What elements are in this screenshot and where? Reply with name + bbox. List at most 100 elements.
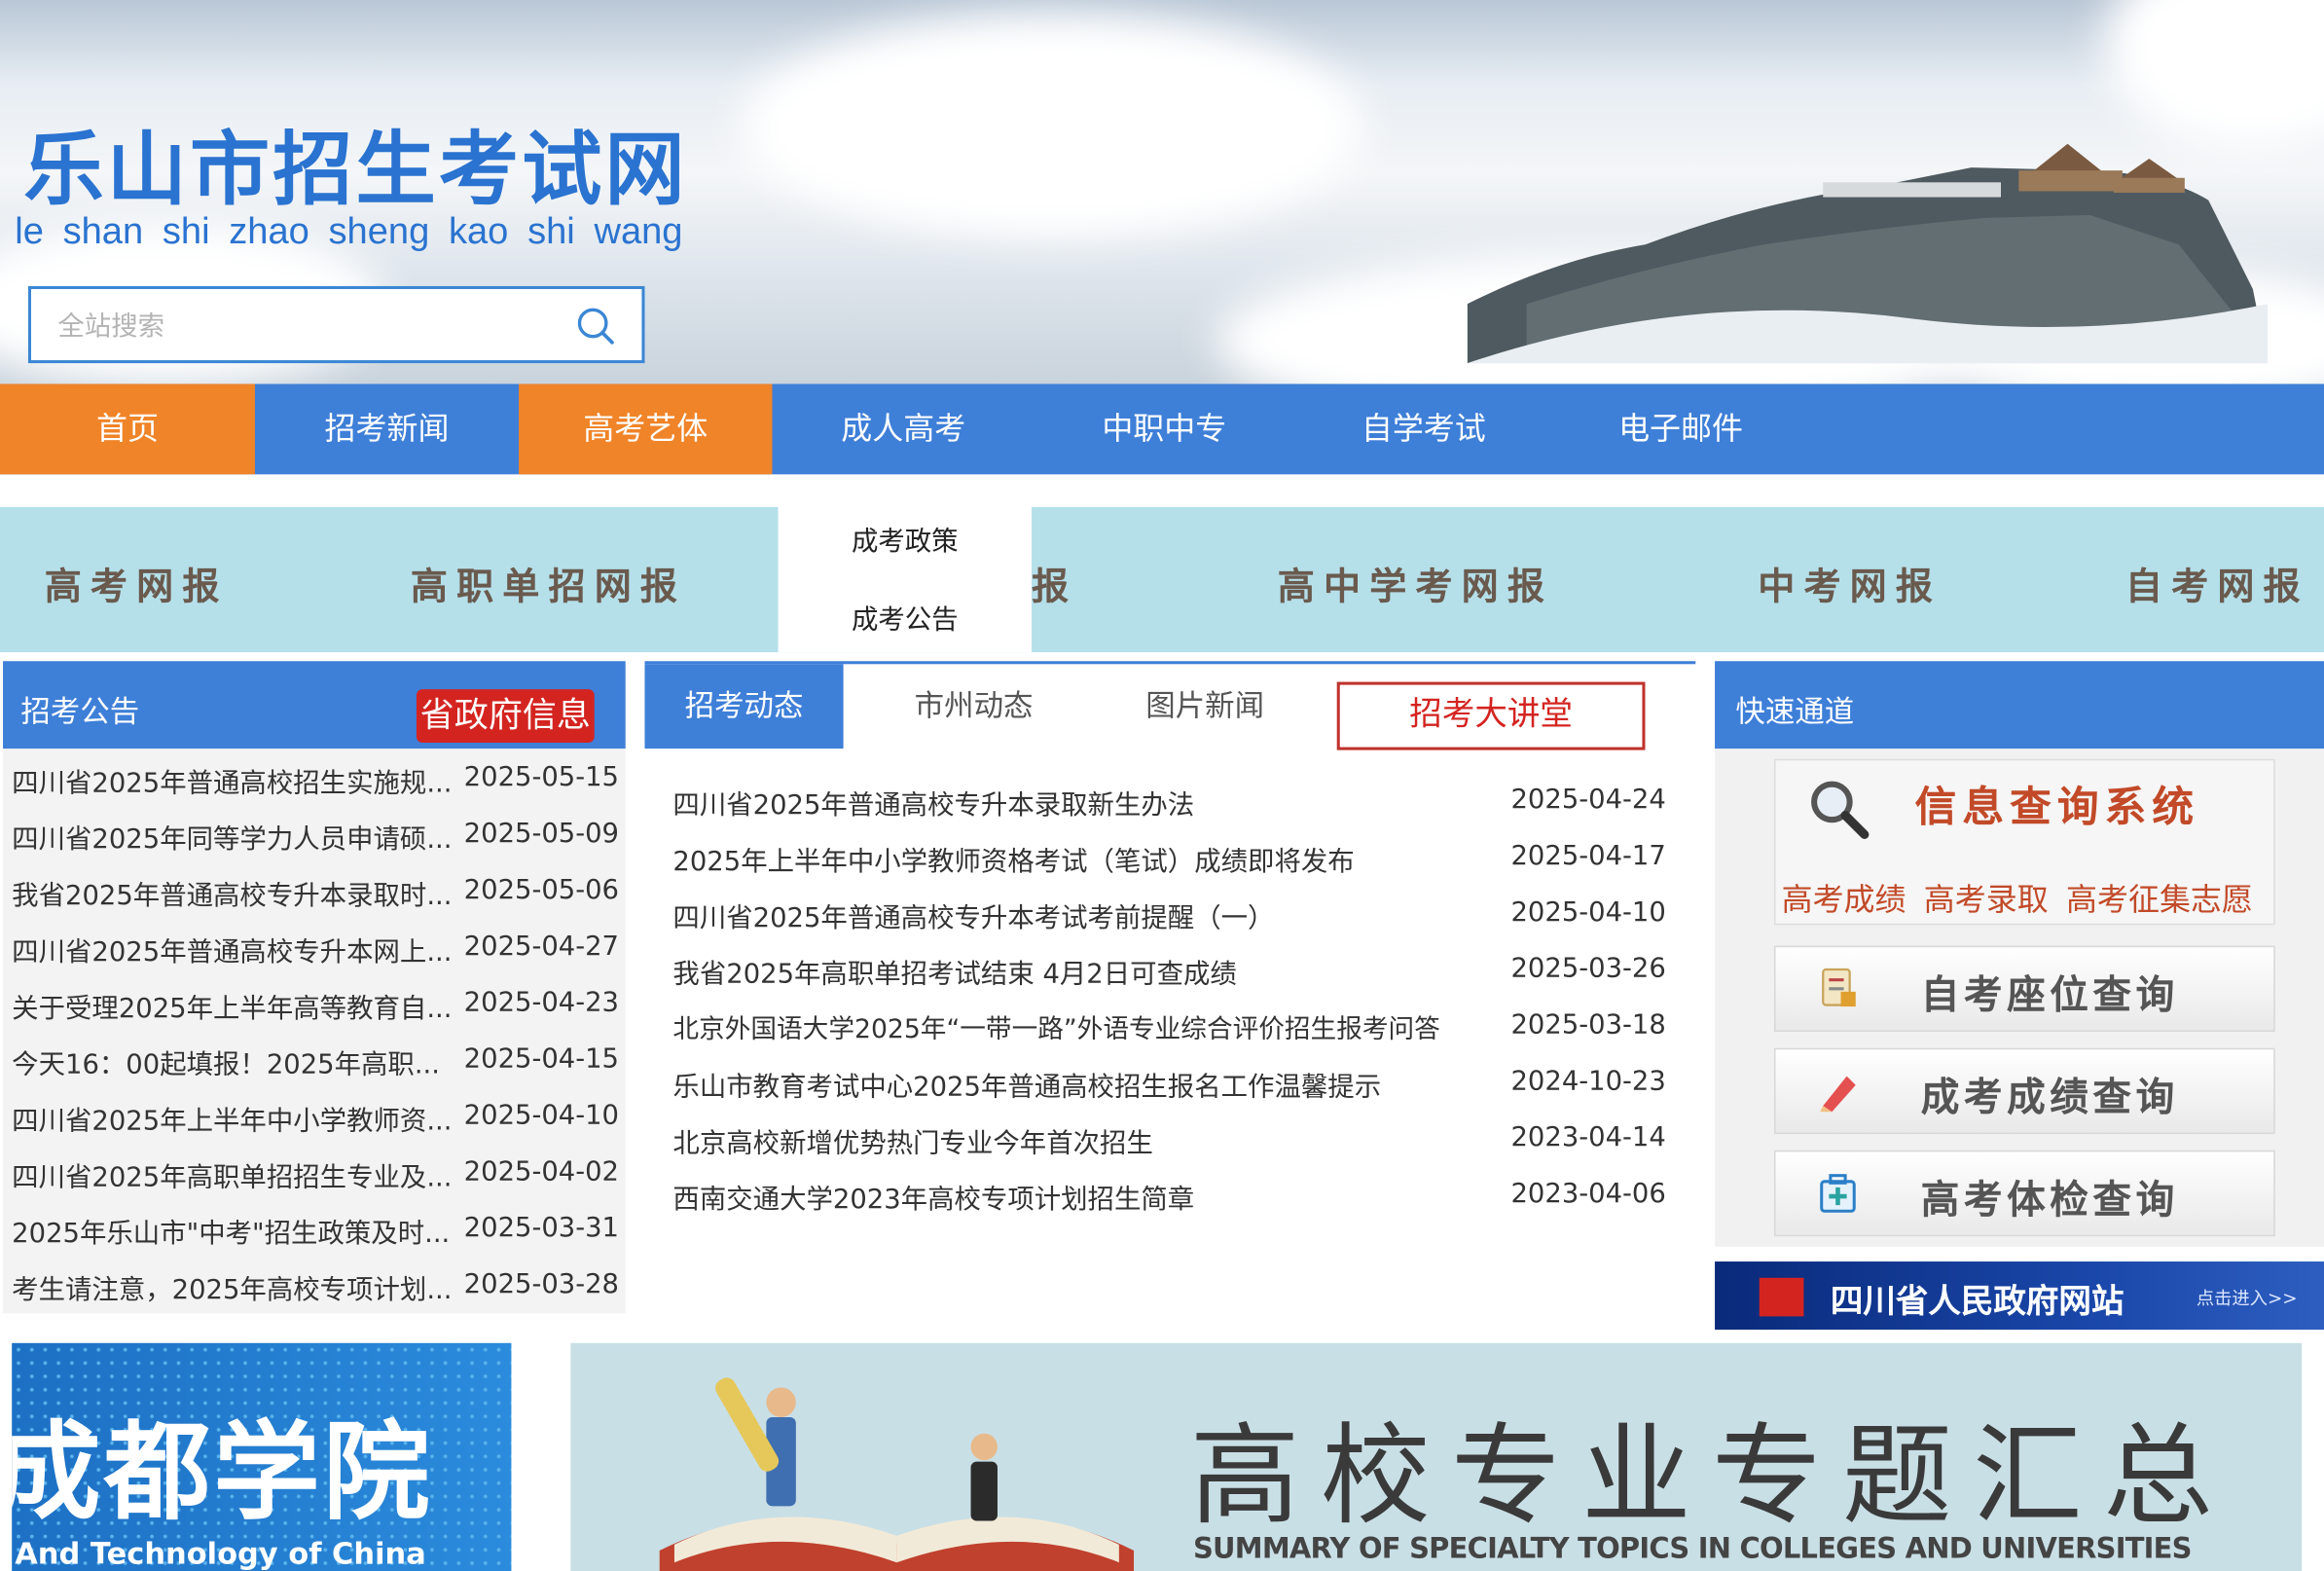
strip-link-zhongkao[interactable]: 中考网报 — [1758, 558, 1942, 611]
announcement-header: 招考公告 省政府信息 — [3, 661, 626, 749]
banner-subtitle: SUMMARY OF SPECIALTY TOPICS IN COLLEGES … — [1192, 1532, 2193, 1566]
tab-exam-news[interactable]: 招考动态 — [644, 664, 844, 749]
list-item-title[interactable]: 关于受理2025年上半年高等教育自... — [12, 987, 456, 1026]
info-query-links: 高考成绩 高考录取 高考征集志愿 — [1782, 876, 2271, 921]
sichuan-gov-website-banner[interactable]: 四川省人民政府网站 点击进入>> — [1715, 1261, 2324, 1331]
list-item-date: 2025-04-10 — [463, 1100, 620, 1132]
button-label: 自考座位查询 — [1920, 973, 2179, 1019]
list-item-date: 2025-04-02 — [463, 1155, 620, 1187]
list-item-title[interactable]: 北京外国语大学2025年“一带一路”外语专业综合评价招生报考问答 — [672, 1009, 1439, 1046]
search-icon[interactable] — [573, 304, 618, 348]
main-nav: 首页 招考新闻 高考艺体 成人高考 中职中专 自学考试 电子邮件 — [0, 384, 2324, 475]
list-item[interactable]: 2025年上半年中小学教师资格考试（笔试）成绩即将发布 2025-04-17 — [672, 841, 1668, 897]
magnifier-icon — [1811, 781, 1870, 839]
nav-item-adult-exam[interactable]: 成人高考 — [772, 384, 1035, 474]
list-item-title[interactable]: 四川省2025年普通高校专升本录取新生办法 — [672, 785, 1194, 823]
list-item-date: 2023-04-06 — [1510, 1178, 1666, 1210]
tab-city-news[interactable]: 市州动态 — [864, 664, 1083, 749]
list-item-title[interactable]: 四川省2025年同等学力人员申请硕... — [12, 819, 456, 858]
list-item-title[interactable]: 四川省2025年高职单招招生专业及... — [12, 1156, 456, 1195]
site-header: 乐山市招生考试网 le shan shi zhao sheng kao shi … — [0, 0, 2324, 384]
gov-banner-enter[interactable]: 点击进入>> — [2197, 1285, 2298, 1310]
chengdu-university-banner[interactable]: 成都学院 And Technology of China — [12, 1342, 512, 1571]
list-item-date: 2025-05-06 — [463, 874, 620, 906]
strip-link-high-school-test[interactable]: 高中学考网报 — [1278, 558, 1553, 611]
strip-link-vocational-single[interactable]: 高职单招网报 — [411, 558, 686, 611]
list-item[interactable]: 今天16：00起填报！2025年高职... 2025-04-15 — [12, 1043, 619, 1100]
link-gaokao-supplementary[interactable]: 高考征集志愿 — [2066, 882, 2253, 918]
list-item[interactable]: 四川省2025年同等学力人员申请硕... 2025-05-09 — [12, 819, 619, 875]
list-item-date: 2024-10-23 — [1510, 1066, 1666, 1097]
list-item-date: 2025-04-10 — [1510, 896, 1666, 929]
list-item-title[interactable]: 考生请注意，2025年高校专项计划... — [12, 1269, 456, 1308]
list-item-title[interactable]: 北京高校新增优势热门专业今年首次招生 — [672, 1122, 1152, 1161]
self-study-seat-query-button[interactable]: 自考座位查询 — [1773, 945, 2275, 1032]
pencil-icon — [1820, 1076, 1856, 1113]
announcement-title[interactable]: 招考公告 — [20, 688, 139, 731]
list-item[interactable]: 乐山市教育考试中心2025年普通高校招生报名工作温馨提示 2024-10-23 — [672, 1066, 1668, 1122]
banner-title: 高校专业专题汇总 — [1189, 1412, 2234, 1541]
strip-link-self-study[interactable]: 自考网报 — [2125, 558, 2309, 611]
info-query-card[interactable]: 信息查询系统 高考成绩 高考录取 高考征集志愿 — [1773, 758, 2275, 926]
search-input[interactable] — [57, 307, 563, 346]
list-item[interactable]: 北京高校新增优势热门专业今年首次招生 2023-04-14 — [672, 1122, 1668, 1179]
list-item[interactable]: 关于受理2025年上半年高等教育自... 2025-04-23 — [12, 987, 619, 1043]
list-item[interactable]: 考生请注意，2025年高校专项计划... 2025-03-28 — [12, 1269, 619, 1326]
list-item[interactable]: 四川省2025年普通高校专升本网上... 2025-04-27 — [12, 931, 619, 987]
nav-item-art-sports[interactable]: 高考艺体 — [519, 384, 773, 475]
list-item-title[interactable]: 2025年乐山市"中考"招生政策及时... — [12, 1213, 456, 1252]
list-item-title[interactable]: 四川省2025年上半年中小学教师资... — [12, 1100, 456, 1139]
list-item[interactable]: 四川省2025年普通高校专升本录取新生办法 2025-04-24 — [672, 785, 1668, 841]
nav-item-email[interactable]: 电子邮件 — [1553, 384, 1808, 474]
exam-lecture-button[interactable]: 招考大讲堂 — [1336, 681, 1646, 750]
list-item[interactable]: 四川省2025年普通高校招生实施规... 2025-05-15 — [12, 762, 619, 819]
quick-access-header: 快速通道 — [1715, 661, 2324, 749]
provincial-gov-info-button[interactable]: 省政府信息 — [416, 689, 595, 744]
info-query-title: 信息查询系统 — [1914, 783, 2200, 832]
adult-exam-score-query-button[interactable]: 成考成绩查询 — [1773, 1047, 2275, 1135]
gov-banner-text: 四川省人民政府网站 — [1830, 1283, 2124, 1321]
cloud-decoration — [741, 15, 1364, 237]
list-item-title[interactable]: 乐山市教育考试中心2025年普通高校招生报名工作温馨提示 — [672, 1066, 1381, 1105]
list-item-date: 2025-05-15 — [463, 761, 620, 793]
list-item[interactable]: 四川省2025年上半年中小学教师资... 2025-04-10 — [12, 1100, 619, 1156]
list-item-date: 2025-04-27 — [463, 931, 620, 963]
list-item[interactable]: 西南交通大学2023年高校专项计划招生简章 2023-04-06 — [672, 1179, 1668, 1235]
button-label: 高考体检查询 — [1920, 1178, 2179, 1224]
list-item[interactable]: 四川省2025年高职单招招生专业及... 2025-04-02 — [12, 1156, 619, 1213]
list-item-title[interactable]: 我省2025年普通高校专升本录取时... — [12, 875, 456, 914]
banner-title: 成都学院 — [12, 1409, 433, 1535]
list-item-title[interactable]: 2025年上半年中小学教师资格考试（笔试）成绩即将发布 — [672, 841, 1354, 880]
list-item[interactable]: 2025年乐山市"中考"招生政策及时... 2025-03-31 — [12, 1213, 619, 1269]
nav-item-self-study[interactable]: 自学考试 — [1294, 384, 1554, 474]
link-gaokao-admission[interactable]: 高考录取 — [1924, 882, 2049, 918]
dropdown-item-notice[interactable]: 成考公告 — [779, 599, 1032, 638]
strip-link-partial[interactable]: 报 — [1032, 558, 1077, 611]
list-item[interactable]: 北京外国语大学2025年“一带一路”外语专业综合评价招生报考问答 2025-03-… — [672, 1009, 1668, 1066]
list-item-title[interactable]: 四川省2025年普通高校专升本网上... — [12, 931, 456, 969]
quick-access-title: 快速通道 — [1735, 693, 1855, 730]
nav-item-news[interactable]: 招考新闻 — [255, 384, 519, 474]
specialty-topics-banner[interactable]: 高校专业专题汇总 SUMMARY OF SPECIALTY TOPICS IN … — [570, 1342, 2303, 1571]
list-item[interactable]: 我省2025年高职单招考试结束 4月2日可查成绩 2025-03-26 — [672, 953, 1668, 1009]
strip-link-gaokao[interactable]: 高考网报 — [45, 558, 229, 611]
list-item-date: 2025-03-18 — [1510, 1009, 1666, 1041]
list-item[interactable]: 四川省2025年普通高校专升本考试考前提醒（一） 2025-04-10 — [672, 896, 1668, 953]
medical-kit-icon — [1820, 1174, 1856, 1213]
list-item-date: 2025-03-26 — [1510, 953, 1666, 985]
dropdown-item-policy[interactable]: 成考政策 — [779, 521, 1032, 560]
list-item[interactable]: 我省2025年普通高校专升本录取时... 2025-05-06 — [12, 875, 619, 932]
list-item-title[interactable]: 四川省2025年普通高校招生实施规... — [12, 762, 456, 801]
list-item-date: 2025-03-28 — [463, 1268, 620, 1300]
banner-subtitle: And Technology of China — [15, 1535, 426, 1571]
list-item-title[interactable]: 我省2025年高职单招考试结束 4月2日可查成绩 — [672, 953, 1236, 992]
link-gaokao-score[interactable]: 高考成绩 — [1782, 882, 1906, 918]
nav-item-home[interactable]: 首页 — [0, 384, 255, 475]
news-panel: 招考动态 市州动态 图片新闻 招考大讲堂 四川省2025年普通高校专升本录取新生… — [644, 661, 1696, 1247]
list-item-title[interactable]: 四川省2025年普通高校专升本考试考前提醒（一） — [672, 896, 1274, 935]
gaokao-physical-exam-query-button[interactable]: 高考体检查询 — [1773, 1150, 2275, 1237]
list-item-title[interactable]: 西南交通大学2023年高校专项计划招生简章 — [672, 1179, 1194, 1218]
tab-photo-news[interactable]: 图片新闻 — [1095, 664, 1314, 749]
list-item-title[interactable]: 今天16：00起填报！2025年高职... — [12, 1043, 456, 1082]
nav-item-vocational[interactable]: 中职中专 — [1035, 384, 1294, 474]
